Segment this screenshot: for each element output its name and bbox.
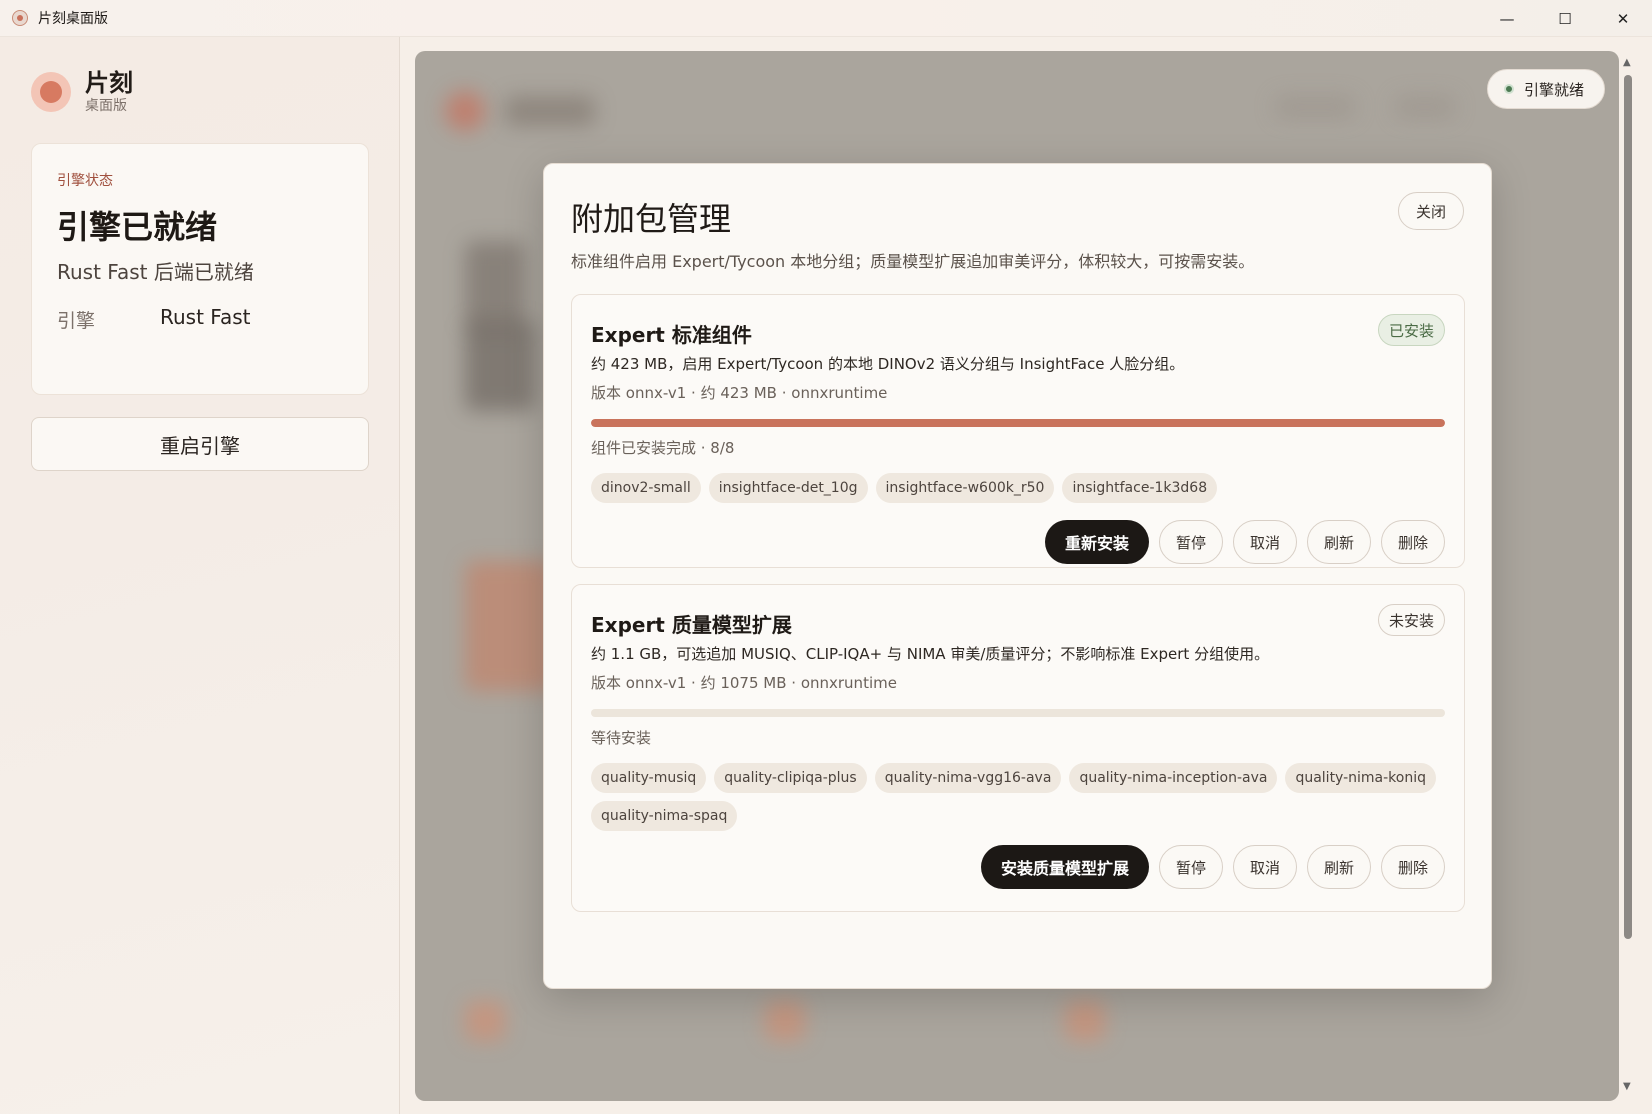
- close-window-icon[interactable]: ✕: [1594, 0, 1652, 37]
- dialog-title: 附加包管理: [571, 200, 732, 238]
- progress-bar: [591, 419, 1445, 427]
- package-actions: 重新安装 暂停 取消 刷新 删除: [1044, 520, 1445, 564]
- component-chip: quality-nima-koniq: [1285, 763, 1437, 793]
- package-description: 约 423 MB，启用 Expert/Tycoon 的本地 DINOv2 语义分…: [591, 355, 1185, 373]
- scroll-up-icon[interactable]: ▲: [1623, 57, 1631, 68]
- package-title: Expert 质量模型扩展: [591, 613, 792, 637]
- engine-value: Rust Fast: [160, 305, 251, 329]
- cancel-button[interactable]: 取消: [1233, 520, 1297, 564]
- component-chip: insightface-w600k_r50: [875, 473, 1055, 503]
- engine-status-card: 引擎状态 引擎已就绪 Rust Fast 后端已就绪 引擎 Rust Fast: [31, 143, 369, 395]
- status-description: Rust Fast 后端已就绪: [57, 260, 254, 284]
- package-card-quality: Expert 质量模型扩展 未安装 约 1.1 GB，可选追加 MUSIQ、CL…: [571, 584, 1465, 912]
- status-title: 引擎已就绪: [57, 208, 218, 246]
- progress-bar: [591, 709, 1445, 717]
- package-description: 约 1.1 GB，可选追加 MUSIQ、CLIP-IQA+ 与 NIMA 审美/…: [591, 645, 1270, 663]
- status-label: 引擎状态: [57, 173, 113, 189]
- component-chip: quality-musiq: [591, 763, 707, 793]
- package-status: 组件已安装完成 · 8/8: [591, 439, 735, 457]
- brand-subtitle: 桌面版: [85, 98, 127, 114]
- minimize-icon[interactable]: —: [1478, 0, 1536, 37]
- refresh-button[interactable]: 刷新: [1307, 845, 1371, 889]
- brand: 片刻 桌面版: [31, 69, 133, 115]
- status-badge: 已安装: [1377, 314, 1445, 346]
- component-chips: dinov2-small insightface-det_10g insightfa…: [591, 473, 1447, 503]
- maximize-icon[interactable]: ☐: [1536, 0, 1594, 37]
- progress-fill: [591, 419, 1445, 427]
- brand-logo-icon: [31, 72, 71, 112]
- package-meta: 版本 onnx-v1 · 约 423 MB · onnxruntime: [591, 384, 888, 402]
- engine-ready-pill: 引擎就绪: [1487, 69, 1606, 109]
- pause-button[interactable]: 暂停: [1159, 520, 1223, 564]
- component-chip: quality-nima-spaq: [591, 801, 738, 831]
- brand-title: 片刻: [85, 69, 133, 97]
- window-title: 片刻桌面版: [38, 11, 108, 27]
- delete-button[interactable]: 删除: [1381, 845, 1445, 889]
- status-badge: 未安装: [1377, 604, 1445, 636]
- component-chip: insightface-1k3d68: [1062, 473, 1218, 503]
- package-meta: 版本 onnx-v1 · 约 1075 MB · onnxruntime: [591, 674, 897, 692]
- package-status: 等待安装: [591, 729, 652, 747]
- refresh-button[interactable]: 刷新: [1307, 520, 1371, 564]
- restart-engine-button[interactable]: 重启引擎: [31, 417, 369, 471]
- addon-manager-dialog: 附加包管理 关闭 标准组件启用 Expert/Tycoon 本地分组；质量模型扩…: [543, 163, 1492, 989]
- scrollbar-thumb[interactable]: [1624, 75, 1632, 939]
- component-chip: quality-clipiqa-plus: [714, 763, 867, 793]
- component-chip: quality-nima-vgg16-ava: [874, 763, 1062, 793]
- engine-key: 引擎: [57, 310, 96, 332]
- engine-ready-label: 引擎就绪: [1524, 80, 1585, 99]
- app-logo-icon: [12, 10, 28, 26]
- component-chip: quality-nima-inception-ava: [1069, 763, 1278, 793]
- package-title: Expert 标准组件: [591, 323, 752, 347]
- install-quality-button[interactable]: 安装质量模型扩展: [980, 845, 1149, 889]
- scroll-down-icon[interactable]: ▼: [1623, 1081, 1631, 1092]
- package-card-standard: Expert 标准组件 已安装 约 423 MB，启用 Expert/Tycoo…: [571, 294, 1465, 568]
- reinstall-button[interactable]: 重新安装: [1044, 520, 1149, 564]
- sidebar: 片刻 桌面版 引擎状态 引擎已就绪 Rust Fast 后端已就绪 引擎 Rus…: [0, 37, 400, 1114]
- delete-button[interactable]: 删除: [1381, 520, 1445, 564]
- pause-button[interactable]: 暂停: [1159, 845, 1223, 889]
- status-dot-icon: [1504, 84, 1514, 94]
- cancel-button[interactable]: 取消: [1233, 845, 1297, 889]
- scrollbar[interactable]: ▲ ▼: [1620, 51, 1636, 1101]
- title-bar: 片刻桌面版 — ☐ ✕: [0, 0, 1652, 37]
- component-chip: insightface-det_10g: [708, 473, 868, 503]
- close-dialog-button[interactable]: 关闭: [1398, 192, 1464, 230]
- component-chips: quality-musiq quality-clipiqa-plus quality…: [591, 763, 1447, 831]
- component-chip: dinov2-small: [591, 473, 701, 503]
- package-actions: 安装质量模型扩展 暂停 取消 刷新 删除: [980, 845, 1445, 889]
- dialog-description: 标准组件启用 Expert/Tycoon 本地分组；质量模型扩展追加审美评分，体…: [571, 252, 1255, 271]
- window-controls: — ☐ ✕: [1478, 0, 1652, 37]
